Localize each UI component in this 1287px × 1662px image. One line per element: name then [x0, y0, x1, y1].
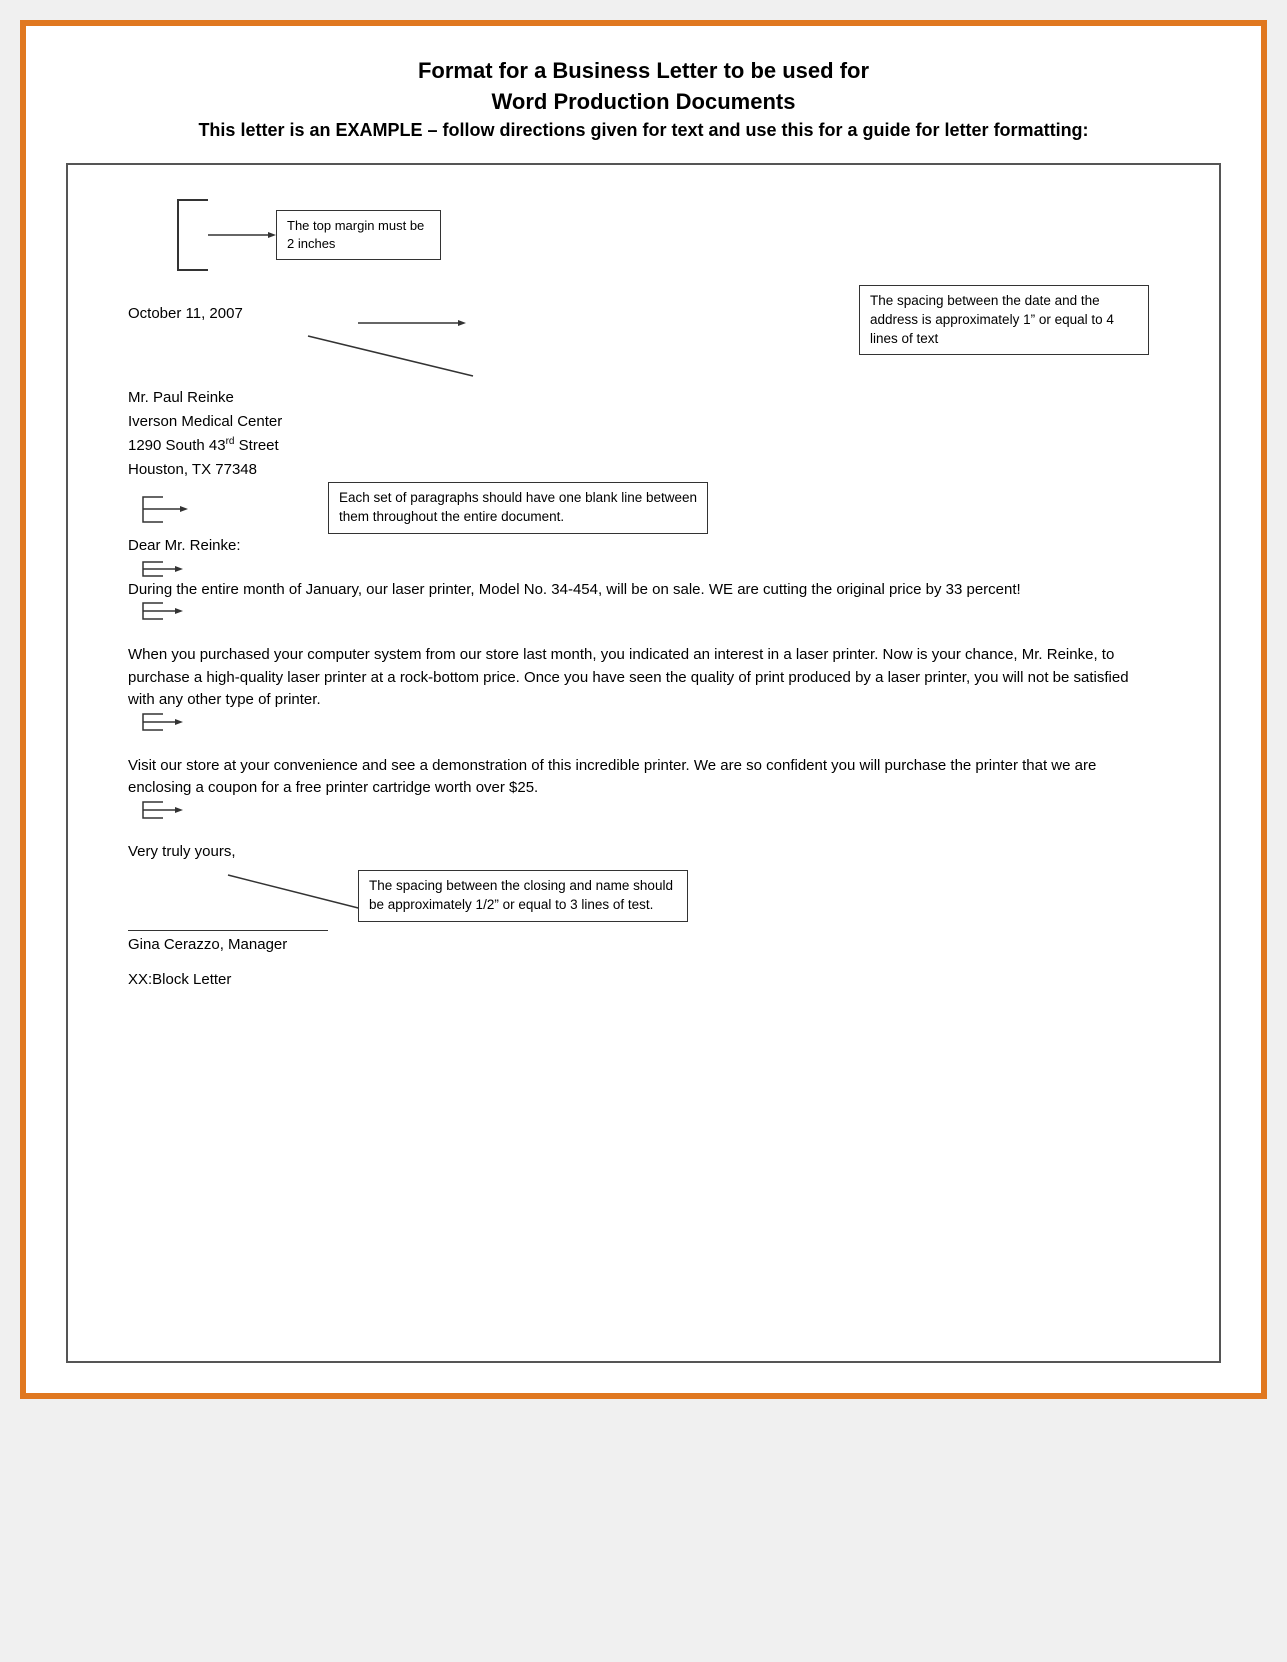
title-line1: Format for a Business Letter to be used …	[66, 56, 1221, 87]
header: Format for a Business Letter to be used …	[66, 56, 1221, 143]
paragraph-spacing-callout: Each set of paragraphs should have one b…	[328, 482, 708, 534]
body-para-3: Visit our store at your convenience and …	[128, 755, 1159, 825]
body-para-2: When you purchased your computer system …	[128, 644, 1159, 737]
letter-inner: The top margin must be 2 inches October …	[68, 165, 1219, 1028]
address-salutation-gap: Each set of paragraphs should have one b…	[128, 487, 1159, 537]
closing-gap-area: The spacing between the closing and name…	[128, 865, 1159, 925]
date-spacing-text: The spacing between the date and the add…	[870, 293, 1114, 346]
header-title: Format for a Business Letter to be used …	[66, 56, 1221, 118]
signer-name: Gina Cerazzo, Manager	[128, 936, 1159, 953]
signature-line	[128, 930, 328, 931]
top-margin-area: The top margin must be 2 inches	[128, 185, 1159, 295]
closing-spacing-callout: The spacing between the closing and name…	[358, 870, 688, 922]
date-line: October 11, 2007 The spacing between the…	[128, 305, 1159, 323]
address-line2: Iverson Medical Center	[128, 410, 1159, 434]
address-bracket-svg	[128, 492, 188, 527]
body-para-1: During the entire month of January, our …	[128, 579, 1159, 627]
reference-line: XX:Block Letter	[128, 971, 1159, 988]
address-block: Mr. Paul Reinke Iverson Medical Center 1…	[128, 386, 1159, 482]
page-wrapper: Format for a Business Letter to be used …	[20, 20, 1267, 1399]
closing-spacing-text: The spacing between the closing and name…	[369, 878, 673, 912]
closing-text: Very truly yours,	[128, 843, 1159, 860]
salutation-bracket-svg	[128, 559, 188, 579]
top-margin-callout: The top margin must be 2 inches	[276, 210, 441, 260]
spacing-arrow-svg	[128, 331, 578, 386]
letter-container: The top margin must be 2 inches October …	[66, 163, 1221, 1363]
address-line4: Houston, TX 77348	[128, 458, 1159, 482]
letter-date: October 11, 2007	[128, 305, 243, 322]
para2-bracket-svg	[128, 712, 188, 734]
address-line1: Mr. Paul Reinke	[128, 386, 1159, 410]
date-spacing-callout: The spacing between the date and the add…	[859, 285, 1149, 356]
salutation-body-gap	[128, 559, 1159, 579]
header-subtitle: This letter is an EXAMPLE – follow direc…	[66, 118, 1221, 143]
paragraph-spacing-text: Each set of paragraphs should have one b…	[339, 490, 697, 524]
closing-section: Very truly yours,	[128, 843, 1159, 860]
para1-bracket-svg	[128, 601, 188, 623]
para3-bracket-svg	[128, 800, 188, 822]
salutation: Dear Mr. Reinke:	[128, 537, 1159, 554]
top-margin-text: The top margin must be 2 inches	[287, 218, 424, 251]
address-line3: 1290 South 43rd Street	[128, 434, 1159, 458]
top-margin-bracket-svg	[138, 190, 298, 280]
title-line2: Word Production Documents	[66, 87, 1221, 118]
